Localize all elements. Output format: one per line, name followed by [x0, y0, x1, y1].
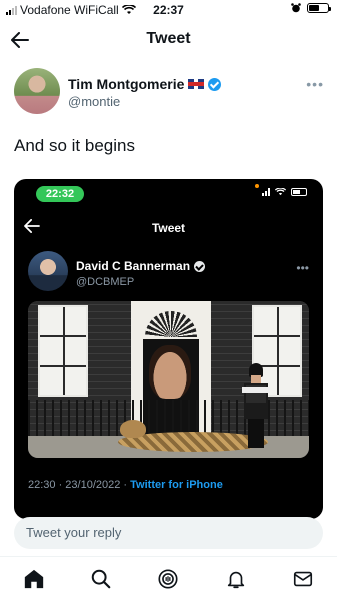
tweet-text: And so it begins [14, 136, 135, 155]
embedded-timestamp: 22:30 · 23/10/2022 · [28, 479, 131, 491]
embedded-author-name: David C Bannerman [76, 259, 191, 273]
home-icon [24, 569, 43, 588]
embedded-photo [28, 301, 309, 458]
embedded-author-handle: @DCBMEP [76, 276, 135, 288]
nav-notifications-button[interactable] [222, 565, 250, 593]
status-bar: Vodafone WiFiCall 22:37 [0, 0, 337, 20]
embedded-avatar [28, 251, 68, 291]
left-window [38, 305, 88, 397]
police-officer [242, 363, 270, 448]
nav-home-button[interactable] [20, 565, 48, 593]
embedded-signal-icon [262, 188, 270, 196]
bottom-nav [0, 556, 337, 600]
status-time: 22:37 [153, 3, 184, 17]
messages-icon [294, 571, 313, 586]
embedded-status-icons [262, 188, 307, 196]
status-right [291, 3, 331, 13]
avatar[interactable] [14, 68, 60, 114]
embedded-meta: 22:30 · 23/10/2022 · Twitter for iPhone [28, 479, 223, 491]
page-title: Tweet [146, 30, 191, 47]
embedded-time-pill: 22:32 [36, 186, 84, 202]
top-bar: Tweet [0, 22, 337, 58]
author-name: Tim Montgomerie [68, 76, 185, 92]
embedded-author-name-row: David C Bannerman [76, 259, 206, 273]
nav-spaces-button[interactable] [154, 565, 182, 593]
spaces-icon [158, 568, 179, 589]
reply-input[interactable]: Tweet your reply [14, 517, 323, 549]
verified-badge-icon [208, 77, 222, 91]
embedded-wifi-icon [275, 188, 286, 196]
author-handle[interactable]: @montie [68, 94, 120, 109]
embedded-title: Tweet [151, 221, 186, 235]
search-icon [91, 569, 111, 588]
author-name-row[interactable]: Tim Montgomerie [68, 76, 222, 92]
embedded-more-icon: ••• [296, 261, 309, 275]
embedded-source-link: Twitter for iPhone [130, 479, 223, 491]
alarm-icon [291, 3, 301, 13]
embedded-screenshot[interactable]: 22:32 Tweet David C Bannerman @DCBMEP ••… [14, 179, 323, 519]
nav-messages-button[interactable] [289, 565, 317, 593]
battery-icon [307, 3, 331, 13]
tweet-author: Tim Montgomerie @montie ••• [14, 68, 324, 118]
notifications-icon [227, 571, 245, 588]
recording-dot-icon [255, 184, 259, 188]
embedded-battery-icon [291, 188, 307, 196]
embedded-verified-badge-icon [194, 260, 206, 272]
more-options-button[interactable]: ••• [306, 76, 324, 92]
face-in-doorway [149, 345, 191, 399]
uk-flag-icon [188, 79, 205, 89]
nav-search-button[interactable] [87, 565, 115, 593]
snake-head [120, 420, 146, 438]
